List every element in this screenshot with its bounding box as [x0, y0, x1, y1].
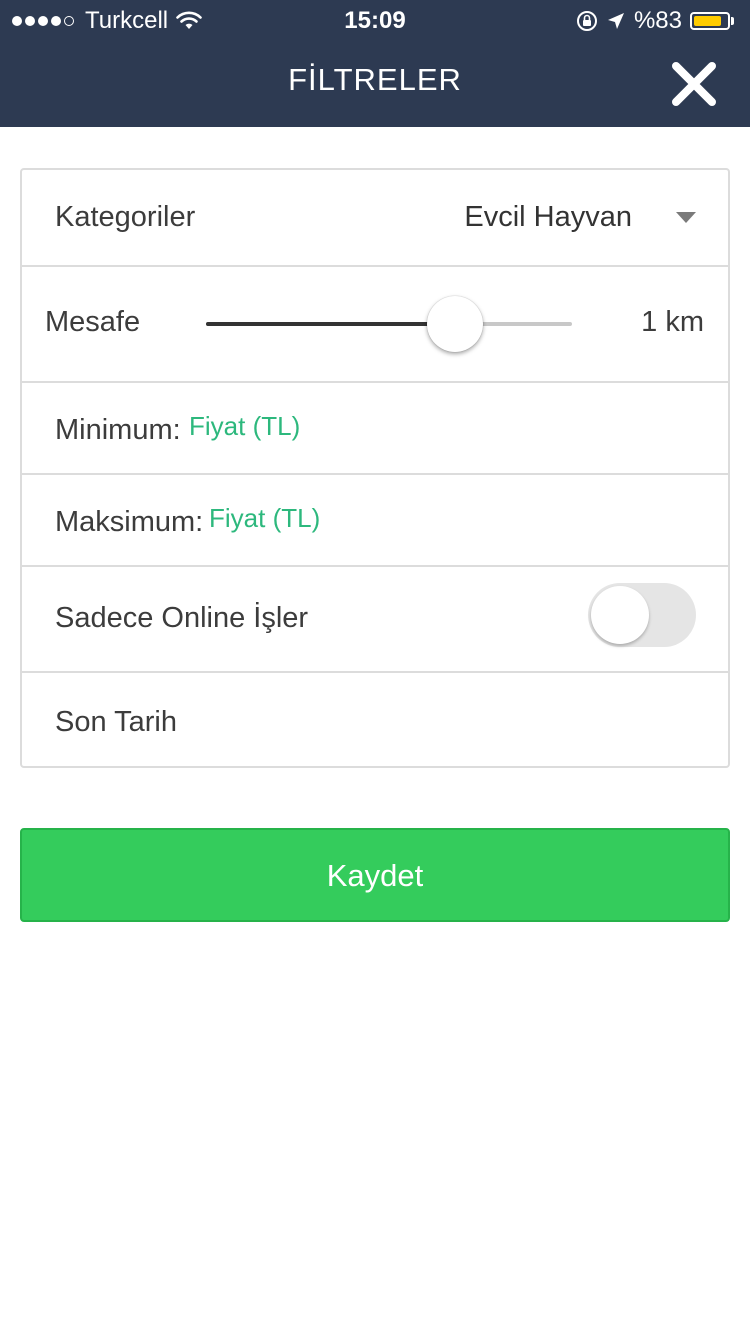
battery-icon [690, 12, 730, 30]
distance-value: 1 km [641, 306, 704, 338]
deadline-row[interactable]: Son Tarih [22, 673, 728, 766]
distance-label: Mesafe [45, 306, 141, 338]
page-title: FİLTRELER [288, 62, 462, 97]
filter-card: Kategoriler Evcil Hayvan Mesafe 1 km Min… [20, 168, 730, 768]
distance-row: Mesafe 1 km [22, 267, 728, 383]
minimum-price-row: Minimum: [22, 383, 728, 475]
toggle-knob [591, 586, 649, 644]
online-only-label: Sadece Online İşler [55, 602, 309, 634]
minimum-label: Minimum: [55, 414, 181, 446]
battery-level [694, 16, 721, 26]
save-button[interactable]: Kaydet [20, 828, 730, 922]
battery-tip [731, 17, 734, 25]
category-select-value[interactable]: Evcil Hayvan [464, 201, 632, 234]
maximum-label: Maksimum: [55, 506, 204, 538]
navigation-bar: Turkcell 15:09 %83 FİLTRELER [0, 0, 750, 127]
maximum-price-input[interactable] [209, 503, 509, 534]
minimum-price-input[interactable] [189, 411, 489, 442]
online-only-toggle[interactable] [588, 583, 696, 647]
distance-slider-fill [206, 322, 455, 326]
battery-percentage: %83 [633, 7, 682, 34]
deadline-label: Son Tarih [55, 706, 177, 738]
online-only-row: Sadece Online İşler [22, 567, 728, 673]
category-row[interactable]: Kategoriler Evcil Hayvan [22, 170, 728, 267]
rotation-lock-icon [576, 11, 597, 31]
close-icon[interactable] [668, 58, 720, 110]
distance-slider[interactable] [206, 296, 572, 352]
category-label: Kategoriler [55, 201, 196, 233]
distance-slider-thumb[interactable] [426, 296, 483, 352]
maximum-price-row: Maksimum: [22, 475, 728, 567]
chevron-down-icon[interactable] [676, 212, 696, 223]
location-arrow-icon [607, 13, 624, 29]
status-bar: Turkcell 15:09 %83 [0, 0, 750, 40]
status-right: %83 [568, 7, 734, 35]
